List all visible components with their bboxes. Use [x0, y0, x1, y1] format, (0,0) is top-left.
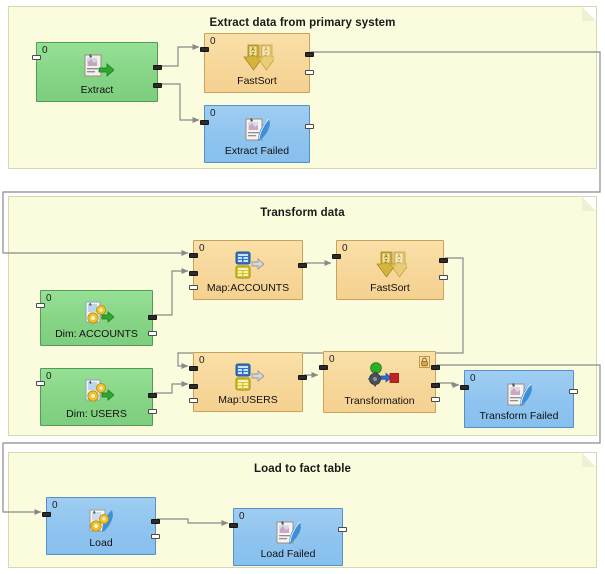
node-count: 0 — [210, 36, 216, 47]
node-map-users[interactable]: 0 Map:USERS — [189, 352, 307, 412]
node-label: Extract Failed — [224, 145, 290, 157]
port-in[interactable] — [189, 366, 198, 371]
node-label: FastSort — [237, 75, 277, 87]
port-out[interactable] — [431, 383, 440, 388]
document-feather-icon — [242, 116, 272, 144]
node-dim-accounts[interactable]: 0 Dim: ACCOUNTS — [36, 290, 157, 346]
port-in[interactable] — [189, 398, 198, 403]
document-extract-arrow-icon — [82, 53, 115, 81]
port-in[interactable] — [200, 120, 209, 125]
port-out[interactable] — [153, 65, 162, 70]
node-label: FastSort — [370, 282, 410, 294]
port-in[interactable] — [36, 303, 45, 308]
node-count: 0 — [46, 371, 52, 382]
node-load-failed[interactable]: 0 Load Failed — [229, 508, 347, 566]
group-title-transform: Transform data — [260, 207, 345, 219]
port-out[interactable] — [338, 527, 347, 532]
port-out[interactable] — [569, 389, 578, 394]
node-count: 0 — [199, 355, 205, 366]
node-label: Map:ACCOUNTS — [206, 282, 290, 294]
dim-gears-arrow-icon — [82, 379, 115, 407]
port-out[interactable] — [148, 409, 157, 414]
port-in[interactable] — [189, 253, 198, 258]
port-in[interactable] — [42, 512, 51, 517]
port-in[interactable] — [200, 47, 209, 52]
node-label: Map:USERS — [218, 394, 278, 406]
group-title-load: Load to fact table — [253, 463, 351, 475]
node-label: Dim: ACCOUNTS — [55, 328, 138, 340]
port-out[interactable] — [298, 375, 307, 380]
port-out[interactable] — [298, 263, 307, 268]
document-gears-feather-icon — [86, 508, 116, 536]
svg-text:Z: Z — [384, 259, 388, 265]
port-out[interactable] — [305, 124, 314, 129]
node-count: 0 — [52, 500, 58, 511]
dataflow-canvas[interactable]: Extract data from primary system Transfo… — [0, 0, 605, 574]
node-extract[interactable]: 0 Extract — [32, 42, 162, 102]
fastsort-az-arrows-icon: A Z A Z — [242, 44, 277, 72]
node-transformation[interactable]: 0 Transformation — [319, 351, 440, 413]
port-in[interactable] — [319, 365, 328, 370]
port-out[interactable] — [148, 331, 157, 336]
port-out[interactable] — [153, 83, 162, 88]
port-out[interactable] — [148, 315, 157, 320]
dim-gears-arrow-icon — [82, 301, 115, 329]
node-fastsort-transform[interactable]: 0 A Z A Z FastSort — [332, 240, 448, 300]
node-load[interactable]: 0 Load — [42, 497, 160, 555]
node-label: Transformation — [344, 395, 415, 407]
node-extract-failed[interactable]: 0 Extract Failed — [200, 105, 314, 163]
map-tables-arrow-icon — [233, 251, 265, 279]
node-count: 0 — [329, 354, 335, 365]
port-out[interactable] — [151, 519, 160, 524]
node-label: Dim: USERS — [66, 408, 127, 420]
node-label: Load — [89, 537, 113, 549]
transformation-gear-icon — [365, 362, 399, 390]
port-out[interactable] — [439, 275, 448, 280]
node-label: Load Failed — [260, 548, 316, 560]
fastsort-az-arrows-icon: A Z A Z — [375, 251, 410, 279]
port-in[interactable] — [460, 385, 469, 390]
node-fastsort-extract[interactable]: 0 A Z A Z FastSort — [200, 33, 314, 93]
port-out[interactable] — [148, 393, 157, 398]
node-label: Transform Failed — [479, 410, 559, 422]
svg-text:Z: Z — [397, 259, 401, 265]
node-count: 0 — [46, 293, 52, 304]
document-feather-icon — [504, 381, 534, 409]
node-label: Extract — [80, 84, 114, 96]
node-count: 0 — [239, 511, 245, 522]
node-count: 0 — [199, 243, 205, 254]
port-in[interactable] — [332, 254, 341, 259]
port-in[interactable] — [189, 384, 198, 389]
port-out[interactable] — [305, 70, 314, 75]
node-count: 0 — [42, 45, 48, 56]
map-tables-arrow-icon — [233, 363, 265, 391]
port-out[interactable] — [151, 534, 160, 539]
port-in[interactable] — [32, 55, 41, 60]
svg-text:Z: Z — [251, 52, 255, 58]
lock-icon — [419, 355, 430, 368]
port-out[interactable] — [305, 52, 314, 57]
port-out[interactable] — [431, 365, 440, 370]
node-count: 0 — [342, 243, 348, 254]
document-feather-icon — [273, 519, 303, 547]
port-in[interactable] — [189, 271, 198, 276]
node-transform-failed[interactable]: 0 Transform Failed — [460, 370, 578, 428]
port-out[interactable] — [439, 258, 448, 263]
group-title-extract: Extract data from primary system — [209, 17, 396, 29]
svg-text:Z: Z — [264, 52, 268, 58]
port-in[interactable] — [189, 285, 198, 290]
node-dim-users[interactable]: 0 Dim: USERS — [36, 368, 157, 426]
node-count: 0 — [470, 373, 476, 384]
port-in[interactable] — [229, 523, 238, 528]
port-in[interactable] — [36, 381, 45, 386]
port-out[interactable] — [431, 397, 440, 402]
node-count: 0 — [210, 108, 216, 119]
node-map-accounts[interactable]: 0 Map:ACCOUNTS — [189, 240, 307, 300]
